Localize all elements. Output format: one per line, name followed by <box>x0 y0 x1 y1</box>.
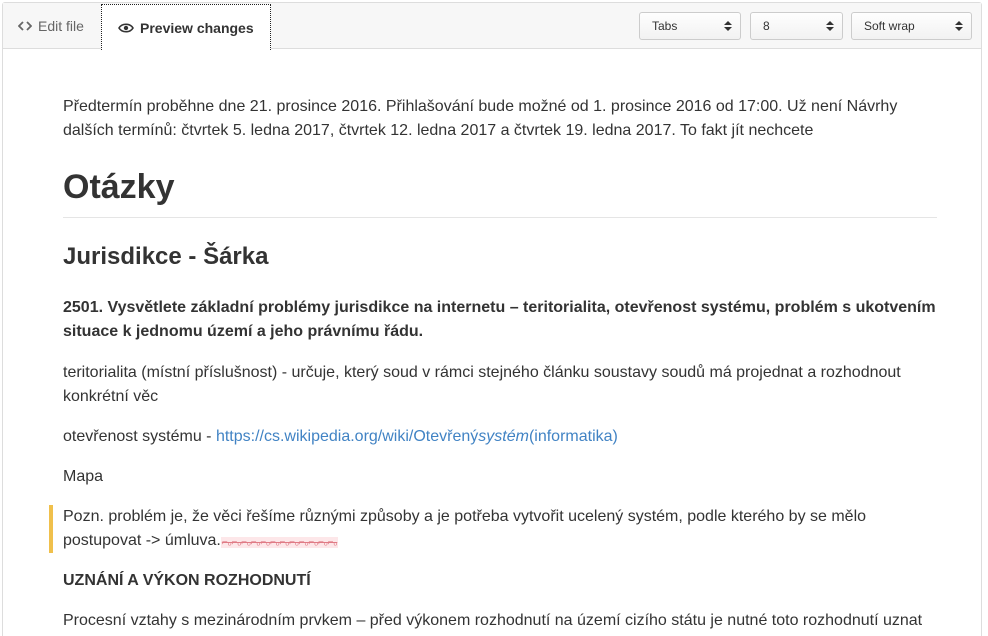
openness-paragraph: otevřenost systému - https://cs.wikipedi… <box>63 425 937 449</box>
editor-frame: Edit file Preview changes Tabs 8 Soft wr… <box>2 2 982 636</box>
procedural-paragraph: Procesní vztahy s mezinárodním prvkem – … <box>63 612 923 629</box>
code-icon <box>18 20 32 32</box>
intro-paragraph: Předtermín proběhne dne 21. prosince 201… <box>63 98 898 139</box>
indent-size-select[interactable]: 8 <box>750 12 843 40</box>
wikipedia-link-emphasis: systém <box>478 428 529 445</box>
tab-preview-changes-label: Preview changes <box>140 19 254 36</box>
indent-mode-select[interactable]: Tabs <box>639 12 741 40</box>
editor-tab-bar: Edit file Preview changes Tabs 8 Soft wr… <box>3 3 981 50</box>
territoriality-paragraph: teritorialita (místní příslušnost) - urč… <box>63 364 901 405</box>
wikipedia-link-part: https://cs.wikipedia.org/wiki/Otevřený <box>215 428 479 445</box>
recognition-heading: UZNÁNÍ A VÝKON ROZHODNUTÍ <box>63 572 311 589</box>
wrap-mode-value: Soft wrap <box>864 19 915 33</box>
indent-mode-value: Tabs <box>652 19 678 33</box>
eye-icon <box>118 22 134 34</box>
openness-prefix: otevřenost systému - <box>63 428 216 445</box>
tab-edit-file[interactable]: Edit file <box>3 3 101 49</box>
map-paragraph: Mapa <box>63 468 104 485</box>
tab-edit-file-label: Edit file <box>38 18 84 34</box>
tab-preview-changes[interactable]: Preview changes <box>101 4 271 50</box>
blockquote-text: Pozn. problém je, že věci řešíme různými… <box>63 508 867 549</box>
wikipedia-link-suffix: (informatika) <box>528 428 618 445</box>
select-arrows-icon <box>955 20 963 35</box>
select-arrows-icon <box>826 20 834 35</box>
wrap-mode-select[interactable]: Soft wrap <box>851 12 972 40</box>
removed-text-highlight: ⌐ₒ⌐ₒ⌐ₒ⌐ₒ⌐ₒ⌐ₒ⌐ₒ⌐ₒ⌐ₒ⌐ₒ⌐ₒ⌐ₒ <box>220 537 339 548</box>
question-paragraph: 2501. Vysvětlete základní problémy juris… <box>63 299 936 340</box>
indent-size-value: 8 <box>763 19 770 33</box>
blockquote-border <box>49 505 53 553</box>
blockquote-paragraph: Pozn. problém je, že věci řešíme různými… <box>63 505 937 555</box>
heading-otazky: Otázky <box>63 165 937 218</box>
heading-jurisdikce: Jurisdikce - Šárka <box>63 243 269 270</box>
select-arrows-icon <box>724 20 732 35</box>
wikipedia-link[interactable]: https://cs.wikipedia.org/wiki/Otevřenýsy… <box>216 428 618 445</box>
